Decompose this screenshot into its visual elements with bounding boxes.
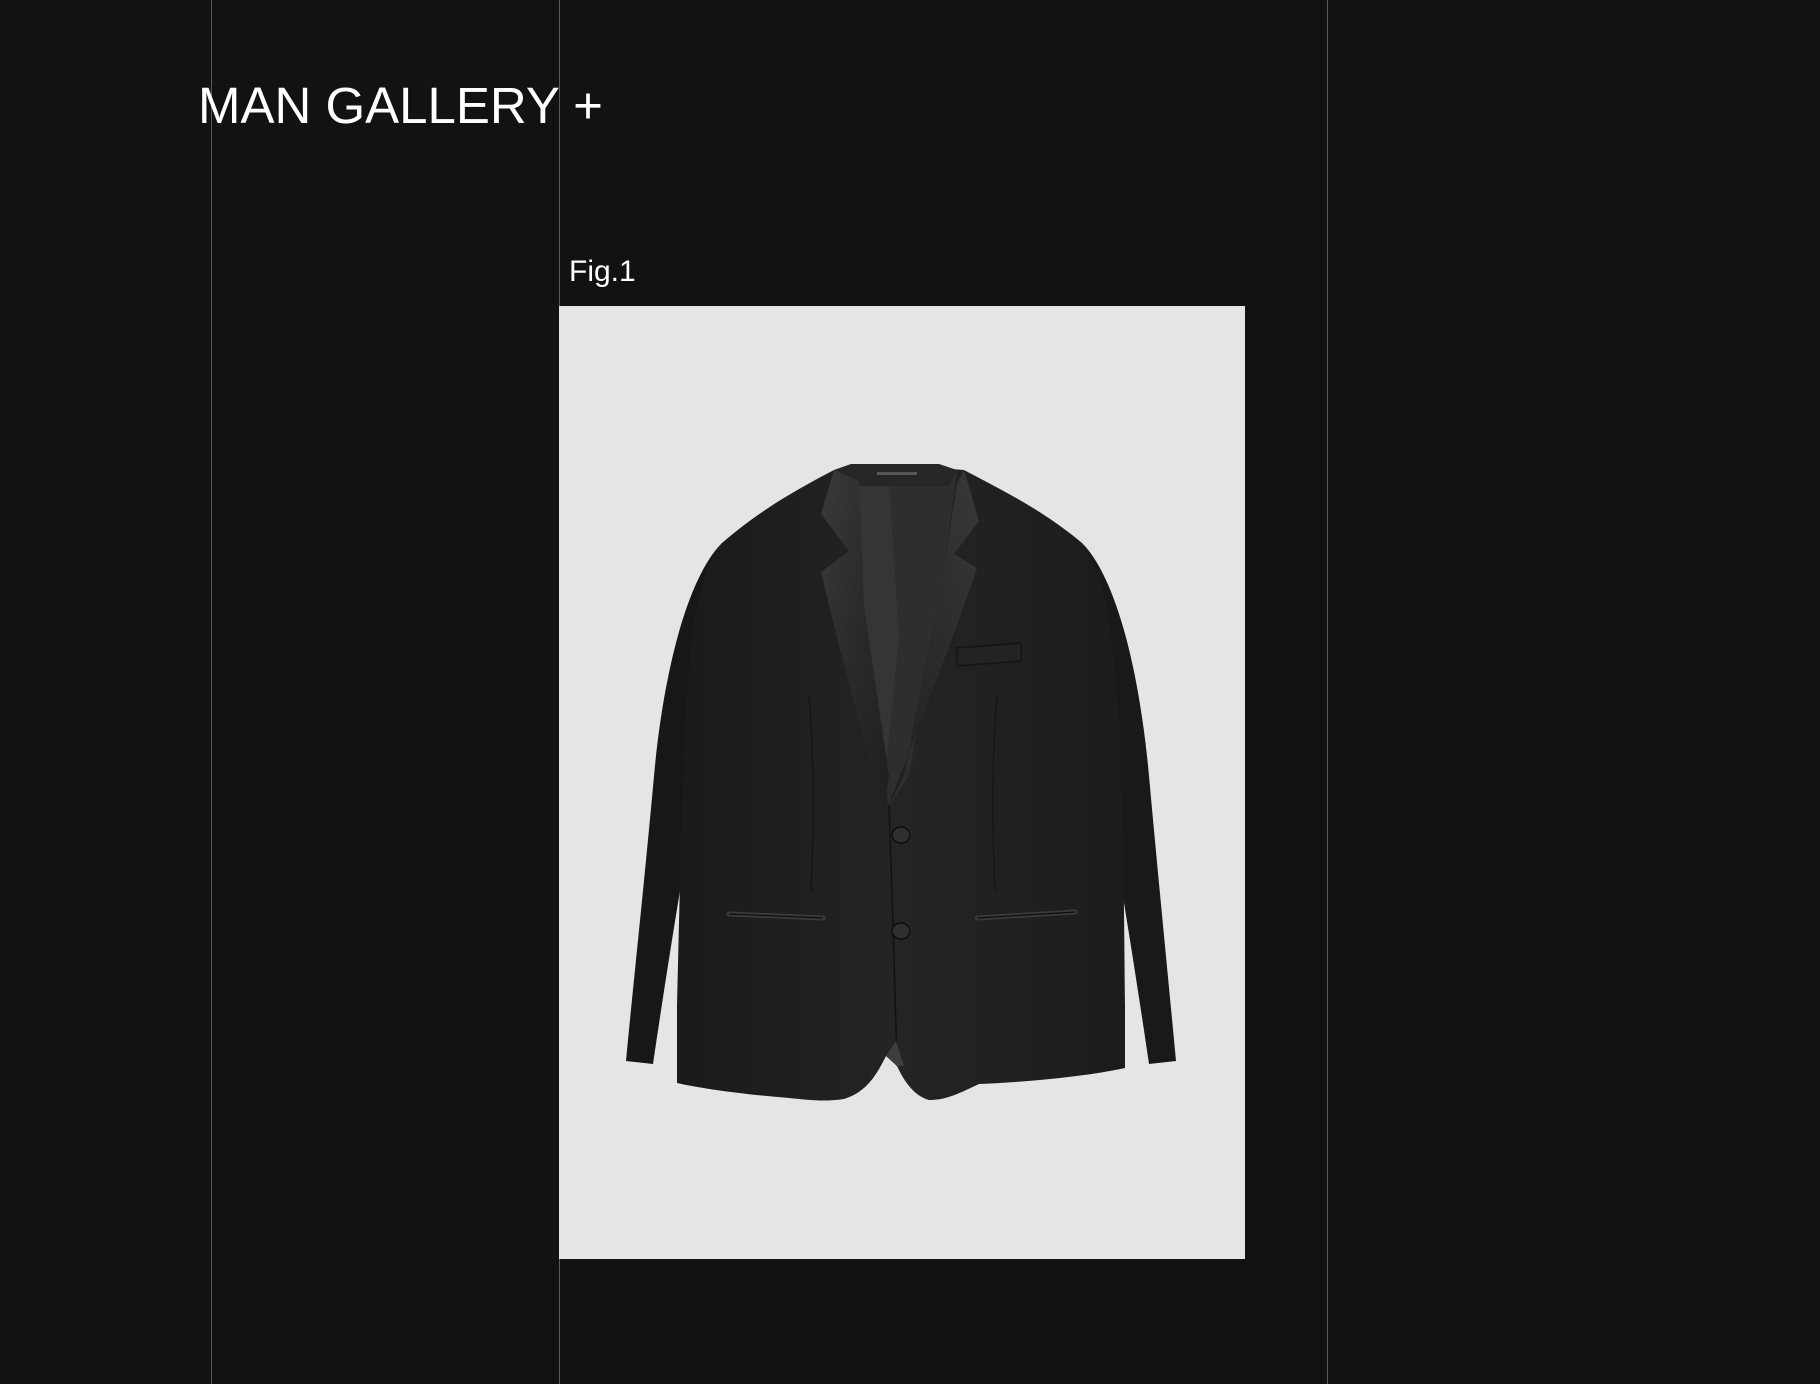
tuxedo-jacket-illustration bbox=[626, 464, 1176, 1101]
grid-divider-left bbox=[211, 0, 212, 1384]
product-image bbox=[559, 306, 1245, 1259]
grid-divider-right bbox=[1327, 0, 1328, 1384]
figure-label: Fig.1 bbox=[569, 255, 636, 288]
jacket-button-bottom bbox=[891, 922, 911, 940]
jacket-button-top bbox=[891, 826, 911, 844]
page-title[interactable]: MAN GALLERY + bbox=[198, 74, 603, 138]
